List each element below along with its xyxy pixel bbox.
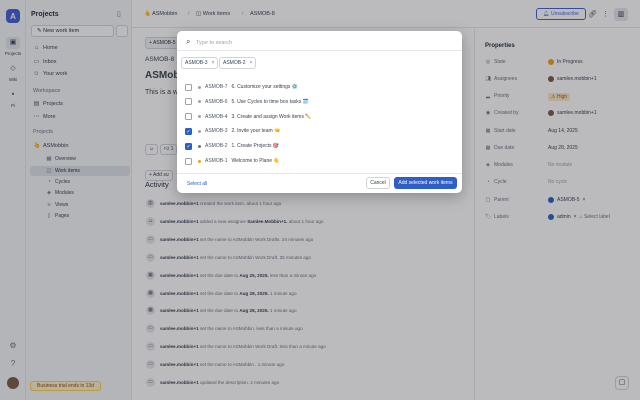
work-item-title: 3. Create and assign Work items ✏️	[231, 113, 312, 120]
chip-label: ASMOB-2	[223, 60, 246, 66]
state-icon	[198, 85, 201, 89]
checkbox[interactable]	[185, 113, 192, 121]
cancel-button[interactable]: Cancel	[366, 177, 390, 189]
checkbox[interactable]	[185, 98, 192, 106]
work-item-id: ASMOB-1	[205, 158, 228, 164]
work-item-title: Welcome to Plane 👋	[231, 158, 280, 164]
add-selected-button[interactable]: Add selected work items	[394, 177, 457, 189]
state-icon	[198, 129, 201, 133]
work-item-option[interactable]: ASMOB-1 Welcome to Plane 👋	[185, 155, 455, 167]
work-item-title: 2. Invite your team 🤜	[231, 128, 281, 135]
divider	[177, 50, 462, 51]
select-all-button[interactable]: Select all	[187, 181, 207, 187]
checkbox[interactable]	[185, 83, 192, 91]
work-item-title: 6. Customize your settings ⚙️	[231, 84, 299, 90]
state-icon	[198, 100, 201, 104]
work-item-option[interactable]: ✓ ASMOB-3 2. Invite your team 🤜	[185, 125, 455, 137]
work-item-option[interactable]: ASMOB-7 6. Customize your settings ⚙️	[185, 81, 455, 93]
work-item-id: ASMOB-7	[205, 84, 228, 90]
work-item-title: 5. Use Cycles to time box tasks 🗓️	[231, 98, 309, 105]
checkbox-checked[interactable]: ✓	[185, 127, 192, 135]
state-icon	[198, 144, 201, 148]
work-item-id: ASMOB-3	[205, 128, 228, 135]
work-item-id: ASMOB-4	[205, 113, 228, 120]
search-input[interactable]	[196, 37, 446, 48]
work-item-option[interactable]: ASMOB-4 3. Create and assign Work items ✏…	[185, 111, 455, 123]
state-icon	[198, 115, 201, 119]
selected-chip[interactable]: ASMOB-3 ×	[181, 57, 219, 69]
select-work-items-modal: ⌕ ASMOB-3 × ASMOB-2 × ASMOB-76. Customize …	[177, 31, 462, 193]
divider	[177, 173, 462, 174]
work-item-option[interactable]: ASMOB-6 5. Use Cycles to time box tasks 🗓…	[185, 96, 455, 108]
chip-label: ASMOB-3	[185, 60, 208, 66]
checkbox[interactable]	[185, 157, 192, 165]
work-item-title: 1. Create Projects 🎯	[231, 143, 280, 150]
work-item-id: ASMOB-6	[205, 98, 228, 105]
checkbox-checked[interactable]: ✓	[185, 142, 192, 150]
close-icon[interactable]: ×	[250, 58, 253, 68]
search-icon: ⌕	[186, 37, 191, 46]
work-item-option[interactable]: ✓ ASMOB-2 1. Create Projects 🎯	[185, 140, 455, 152]
state-icon	[198, 159, 201, 163]
close-icon[interactable]: ×	[212, 58, 215, 68]
selected-chip[interactable]: ASMOB-2 ×	[219, 57, 257, 69]
work-item-id: ASMOB-2	[205, 143, 228, 150]
